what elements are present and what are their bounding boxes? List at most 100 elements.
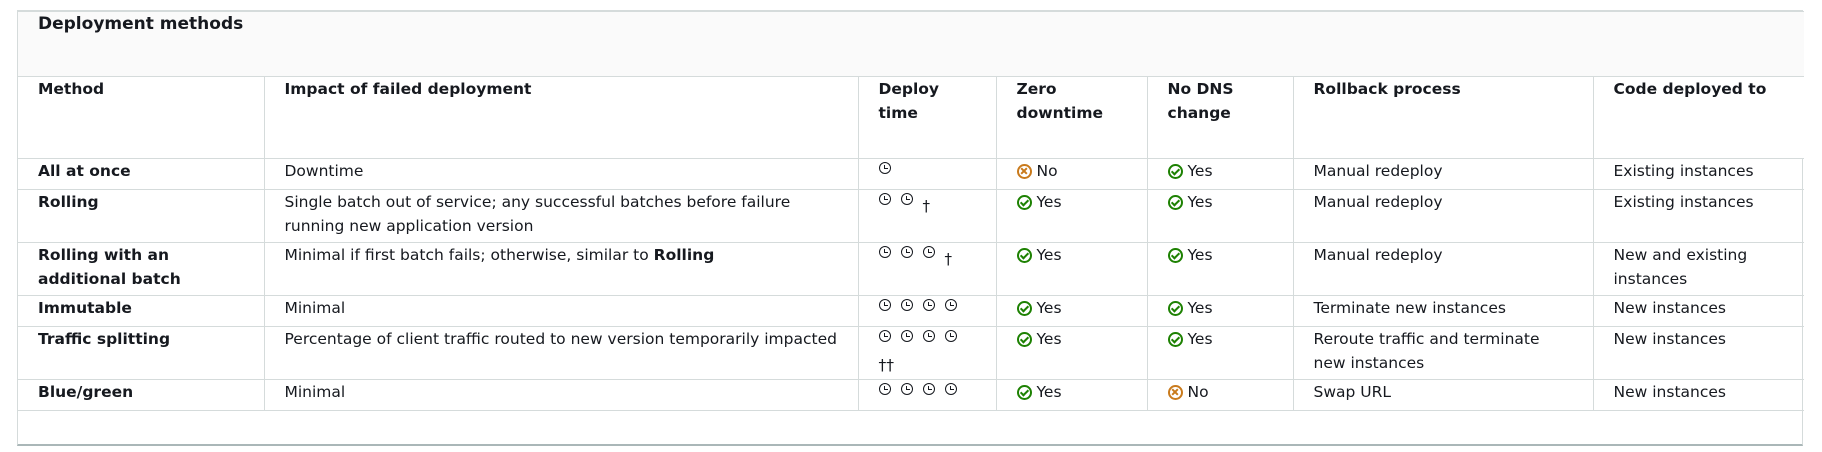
clock-icon xyxy=(900,193,913,205)
rollback-cell: Manual redeploy xyxy=(1292,158,1594,190)
no-dns-cell: Yes xyxy=(1146,326,1294,380)
rollback-cell: Terminate new instances xyxy=(1292,295,1594,327)
impact-cell: Minimal xyxy=(263,295,859,327)
no-dns-cell: Yes xyxy=(1146,189,1294,243)
check-circle-icon xyxy=(1167,194,1183,210)
clock-icon xyxy=(878,193,891,205)
zero-downtime-cell: Yes xyxy=(995,242,1148,296)
zero-downtime-label: Yes xyxy=(1036,383,1062,401)
deploy-time-cell xyxy=(857,295,997,327)
method-cell: All at once xyxy=(18,158,265,190)
clock-icon xyxy=(922,299,935,311)
code-deployed-cell: Existing instances xyxy=(1592,158,1805,190)
deployment-methods-table: Deployment methods Method Impact of fail… xyxy=(18,11,1805,411)
impact-cell: Minimal if first batch fails; otherwise,… xyxy=(263,242,859,296)
clock-icon xyxy=(900,383,913,395)
no-dns-cell: Yes xyxy=(1146,242,1294,296)
dagger-footnote: †† xyxy=(878,356,895,374)
table-row: All at once Downtime No Yes Manual redep… xyxy=(18,158,1805,190)
check-circle-icon xyxy=(1016,194,1032,210)
check-circle-icon xyxy=(1016,384,1032,400)
impact-emphasis: Rolling xyxy=(653,246,715,264)
table-row: Traffic splitting Percentage of client t… xyxy=(18,326,1805,380)
zero-downtime-label: Yes xyxy=(1036,330,1062,348)
code-deployed-cell: Existing instances xyxy=(1592,189,1805,243)
table-row: Rolling with an additional batch Minimal… xyxy=(18,242,1805,296)
deploy-time-clocks xyxy=(878,190,923,214)
deploy-time-clocks xyxy=(878,296,967,320)
impact-cell: Single batch out of service; any success… xyxy=(263,189,859,243)
clock-icon xyxy=(944,383,957,395)
deploy-time-cell: † xyxy=(857,242,997,296)
no-dns-label: Yes xyxy=(1187,162,1213,180)
table-title: Deployment methods xyxy=(18,11,1805,77)
check-circle-icon xyxy=(1167,247,1183,263)
deployment-methods-panel: Deployment methods Method Impact of fail… xyxy=(17,10,1805,446)
clock-icon xyxy=(878,330,891,342)
no-dns-label: Yes xyxy=(1187,246,1213,264)
clock-icon xyxy=(922,330,935,342)
zero-downtime-label: Yes xyxy=(1036,193,1062,211)
no-dns-cell: Yes xyxy=(1146,158,1294,190)
header-rollback-process: Rollback process xyxy=(1292,76,1594,159)
rollback-cell: Manual redeploy xyxy=(1292,189,1594,243)
clock-icon xyxy=(944,299,957,311)
check-circle-icon xyxy=(1167,331,1183,347)
check-circle-icon xyxy=(1016,331,1032,347)
zero-downtime-cell: Yes xyxy=(995,326,1148,380)
clock-icon xyxy=(922,246,935,258)
zero-downtime-label: Yes xyxy=(1036,246,1062,264)
zero-downtime-label: Yes xyxy=(1036,299,1062,317)
table-row: Rolling Single batch out of service; any… xyxy=(18,189,1805,243)
impact-cell: Downtime xyxy=(263,158,859,190)
rollback-cell: Reroute traffic and terminate new instan… xyxy=(1292,326,1594,380)
impact-text: Minimal if first batch fails; otherwise,… xyxy=(284,246,654,264)
code-deployed-cell: New instances xyxy=(1592,295,1805,327)
header-impact: Impact of failed deployment xyxy=(263,76,859,159)
clock-icon xyxy=(878,246,891,258)
header-row: Method Impact of failed deployment Deplo… xyxy=(18,76,1805,159)
clock-icon xyxy=(900,246,913,258)
clock-icon xyxy=(944,330,957,342)
table-row: Blue/green Minimal Yes No Swap URL New i… xyxy=(18,379,1805,411)
header-deploy-time: Deploy time xyxy=(857,76,997,159)
method-cell: Rolling xyxy=(18,189,265,243)
no-dns-cell: Yes xyxy=(1146,295,1294,327)
method-cell: Immutable xyxy=(18,295,265,327)
header-no-dns-change: No DNS change xyxy=(1146,76,1294,159)
rollback-cell: Manual redeploy xyxy=(1292,242,1594,296)
header-code-deployed-to: Code deployed to xyxy=(1592,76,1805,159)
check-circle-icon xyxy=(1016,300,1032,316)
deploy-time-clocks xyxy=(878,327,967,351)
check-circle-icon xyxy=(1167,300,1183,316)
code-deployed-cell: New instances xyxy=(1592,326,1805,380)
clock-icon xyxy=(878,162,891,174)
zero-downtime-cell: Yes xyxy=(995,189,1148,243)
rollback-cell: Swap URL xyxy=(1292,379,1594,411)
method-cell: Blue/green xyxy=(18,379,265,411)
check-circle-icon xyxy=(1167,163,1183,179)
x-circle-icon xyxy=(1167,384,1183,400)
clock-icon xyxy=(900,299,913,311)
no-dns-label: No xyxy=(1187,383,1209,401)
no-dns-label: Yes xyxy=(1187,330,1213,348)
deploy-time-clocks xyxy=(878,380,967,404)
header-method: Method xyxy=(18,76,265,159)
check-circle-icon xyxy=(1016,247,1032,263)
no-dns-label: Yes xyxy=(1187,299,1213,317)
x-circle-icon xyxy=(1016,163,1032,179)
deploy-time-clocks xyxy=(878,159,901,183)
clock-icon xyxy=(878,383,891,395)
deploy-time-cell: †† xyxy=(857,326,997,380)
code-deployed-cell: New and existing instances xyxy=(1592,242,1805,296)
dagger-footnote: † xyxy=(944,250,953,268)
method-cell: Traffic splitting xyxy=(18,326,265,380)
no-dns-label: Yes xyxy=(1187,193,1213,211)
zero-downtime-cell: Yes xyxy=(995,295,1148,327)
deploy-time-cell xyxy=(857,158,997,190)
method-cell: Rolling with an additional batch xyxy=(18,242,265,296)
clock-icon xyxy=(922,383,935,395)
code-deployed-cell: New instances xyxy=(1592,379,1805,411)
deploy-time-cell xyxy=(857,379,997,411)
zero-downtime-cell: Yes xyxy=(995,379,1148,411)
